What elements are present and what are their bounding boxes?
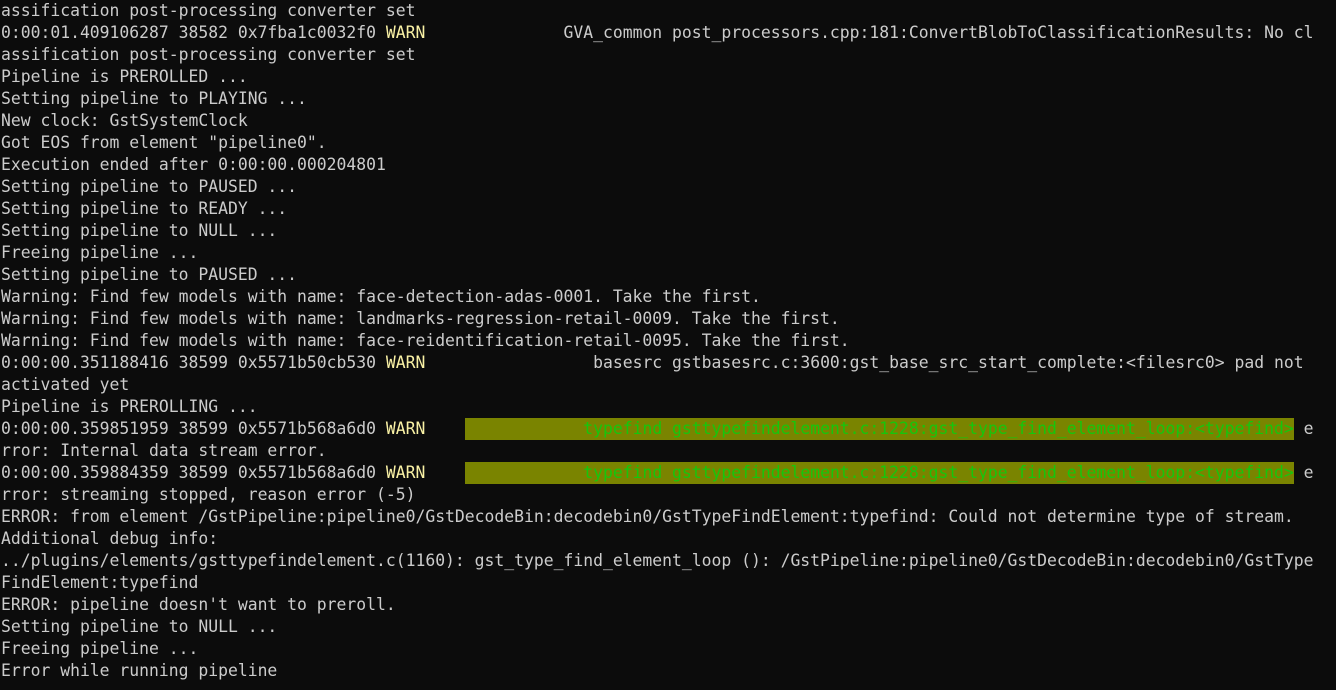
log-text: 0:00:01.409106287 38582 0x7fba1c0032f0: [1, 23, 386, 42]
log-text: basesrc gstbasesrc.c:3600:gst_base_src_s…: [425, 353, 1304, 372]
log-text: Setting pipeline to NULL ...: [1, 617, 278, 636]
log-text: Pipeline is PREROLLING ...: [1, 397, 258, 416]
terminal-line: rror: Internal data stream error.: [0, 440, 1336, 462]
terminal-line: Warning: Find few models with name: face…: [0, 330, 1336, 352]
log-text: Setting pipeline to PLAYING ...: [1, 89, 307, 108]
log-text: Pipeline is PREROLLED ...: [1, 67, 248, 86]
log-text: assification post-processing converter s…: [1, 45, 416, 64]
terminal-line: ERROR: from element /GstPipeline:pipelin…: [0, 506, 1336, 528]
log-text: Setting pipeline to PAUSED ...: [1, 177, 298, 196]
log-text: Freeing pipeline ...: [1, 243, 199, 262]
log-text: Execution ended after 0:00:00.000204801: [1, 155, 386, 174]
terminal-line: ../plugins/elements/gsttypefindelement.c…: [0, 550, 1336, 572]
log-text: Error while running pipeline: [1, 661, 278, 680]
log-text: ../plugins/elements/gsttypefindelement.c…: [1, 551, 1314, 570]
terminal-line: FindElement:typefind: [0, 572, 1336, 594]
log-text: Warning: Find few models with name: land…: [1, 309, 840, 328]
log-text: Setting pipeline to NULL ...: [1, 221, 278, 240]
terminal-line: 0:00:00.351188416 38599 0x5571b50cb530 W…: [0, 352, 1336, 374]
log-text: Additional debug info:: [1, 529, 219, 548]
log-text: Warning: Find few models with name: face…: [1, 287, 761, 306]
log-text: rror: Internal data stream error.: [1, 441, 327, 460]
log-text: e: [1293, 463, 1314, 482]
log-text: Warning: Find few models with name: face…: [1, 331, 850, 350]
terminal-line: ERROR: pipeline doesn't want to preroll.: [0, 594, 1336, 616]
terminal-line: Freeing pipeline ...: [0, 638, 1336, 660]
terminal-line: Setting pipeline to NULL ...: [0, 220, 1336, 242]
log-text: GVA_common post_processors.cpp:181:Conve…: [425, 23, 1314, 42]
log-text: ERROR: from element /GstPipeline:pipelin…: [1, 507, 1294, 526]
log-text: 0:00:00.351188416 38599 0x5571b50cb530: [1, 353, 386, 372]
log-text: e: [1293, 419, 1314, 438]
terminal-line: Warning: Find few models with name: land…: [0, 308, 1336, 330]
terminal-line: activated yet: [0, 374, 1336, 396]
log-text: rror: streaming stopped, reason error (-…: [1, 485, 416, 504]
log-text: 0:00:00.359851959 38599 0x5571b568a6d0: [1, 419, 386, 438]
warn-level-label: WARN: [385, 23, 426, 42]
terminal-line: Error while running pipeline: [0, 660, 1336, 682]
terminal-line: assification post-processing converter s…: [0, 0, 1336, 22]
terminal-line: Got EOS from element "pipeline0".: [0, 132, 1336, 154]
log-text: activated yet: [1, 375, 130, 394]
terminal-line: Pipeline is PREROLLING ...: [0, 396, 1336, 418]
warn-level-label: WARN: [385, 419, 426, 438]
terminal-output[interactable]: assification post-processing converter s…: [0, 0, 1336, 690]
log-text: assification post-processing converter s…: [1, 1, 416, 20]
terminal-line: 0:00:00.359884359 38599 0x5571b568a6d0 W…: [0, 462, 1336, 484]
terminal-line: Warning: Find few models with name: face…: [0, 286, 1336, 308]
terminal-line: Additional debug info:: [0, 528, 1336, 550]
terminal-line: Setting pipeline to NULL ...: [0, 616, 1336, 638]
terminal-line: rror: streaming stopped, reason error (-…: [0, 484, 1336, 506]
terminal-line: Freeing pipeline ...: [0, 242, 1336, 264]
highlighted-log-segment: typefind gsttypefindelement.c:1228:gst_t…: [464, 418, 1294, 440]
terminal-line: New clock: GstSystemClock: [0, 110, 1336, 132]
highlighted-log-segment: typefind gsttypefindelement.c:1228:gst_t…: [464, 462, 1294, 484]
log-text: ERROR: pipeline doesn't want to preroll.: [1, 595, 396, 614]
terminal-line: Setting pipeline to READY ...: [0, 198, 1336, 220]
terminal-line: assification post-processing converter s…: [0, 44, 1336, 66]
terminal-line: 0:00:00.359851959 38599 0x5571b568a6d0 W…: [0, 418, 1336, 440]
terminal-line: Setting pipeline to PAUSED ...: [0, 176, 1336, 198]
log-text: Setting pipeline to PAUSED ...: [1, 265, 298, 284]
terminal-line: Setting pipeline to PAUSED ...: [0, 264, 1336, 286]
log-text: Freeing pipeline ...: [1, 639, 199, 658]
warn-level-label: WARN: [385, 463, 426, 482]
log-text: FindElement:typefind: [1, 573, 199, 592]
log-text: Setting pipeline to READY ...: [1, 199, 288, 218]
terminal-line: Setting pipeline to PLAYING ...: [0, 88, 1336, 110]
log-text: 0:00:00.359884359 38599 0x5571b568a6d0: [1, 463, 386, 482]
terminal-line: Execution ended after 0:00:00.000204801: [0, 154, 1336, 176]
warn-level-label: WARN: [385, 353, 426, 372]
terminal-line: 0:00:01.409106287 38582 0x7fba1c0032f0 W…: [0, 22, 1336, 44]
log-text: Got EOS from element "pipeline0".: [1, 133, 327, 152]
terminal-line: Pipeline is PREROLLED ...: [0, 66, 1336, 88]
log-text: New clock: GstSystemClock: [1, 111, 248, 130]
